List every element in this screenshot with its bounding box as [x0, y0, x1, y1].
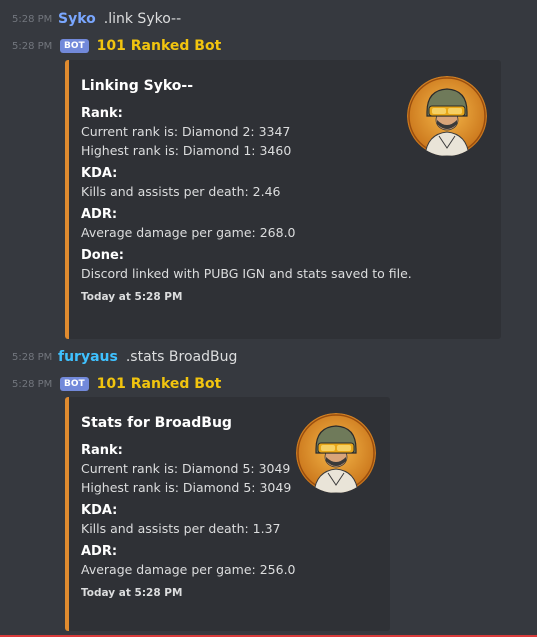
field-line: Average damage per game: 268.0 — [81, 225, 296, 240]
timestamp: 5:28 PM — [12, 378, 53, 390]
field-name-kda: KDA: — [81, 166, 118, 181]
bot-badge: BOT — [60, 377, 89, 391]
username-furyaus[interactable]: furyaus — [58, 349, 118, 365]
embed-linking: Linking Syko-- Rank: Current rank is: Di… — [65, 60, 501, 339]
message-bot-1: 5:28 PM BOT 101 Ranked Bot — [0, 36, 229, 56]
timestamp: 5:28 PM — [12, 351, 53, 363]
pubg-helmet-avatar-icon[interactable] — [296, 413, 376, 493]
field-line: Average damage per game: 256.0 — [81, 562, 296, 577]
timestamp: 5:28 PM — [12, 40, 53, 52]
field-name-kda: KDA: — [81, 503, 118, 518]
field-value-adr: Average damage per game: 256.0 — [81, 560, 376, 579]
message-bot-2: 5:28 PM BOT 101 Ranked Bot — [0, 374, 229, 394]
message-furyaus: 5:28 PM furyaus .stats BroadBug — [0, 347, 237, 367]
embed-footer-timestamp: Today at 5:28 PM — [81, 587, 183, 599]
message-text: .link Syko-- — [103, 11, 182, 27]
username-bot[interactable]: 101 Ranked Bot — [97, 376, 222, 392]
field-name-adr: ADR: — [81, 207, 118, 222]
embed-stats: Stats for BroadBug Rank: Current rank is… — [65, 397, 390, 631]
pubg-helmet-avatar-icon[interactable] — [407, 76, 487, 156]
bot-badge: BOT — [60, 39, 89, 53]
field-value-kda: Kills and assists per death: 1.37 — [81, 519, 376, 538]
field-name-done: Done: — [81, 248, 124, 263]
username-bot[interactable]: 101 Ranked Bot — [97, 38, 222, 54]
field-line: Kills and assists per death: 1.37 — [81, 521, 281, 536]
field-value-done: Discord linked with PUBG IGN and stats s… — [81, 264, 487, 283]
field-name-adr: ADR: — [81, 544, 118, 559]
message-text: .stats BroadBug — [125, 349, 238, 365]
field-value-adr: Average damage per game: 268.0 — [81, 223, 487, 242]
chat-log: 5:28 PM Syko .link Syko-- 5:28 PM BOT 10… — [0, 0, 537, 637]
field-value-kda: Kills and assists per death: 2.46 — [81, 182, 487, 201]
embed-footer-timestamp: Today at 5:28 PM — [81, 291, 183, 303]
message-syko: 5:28 PM Syko .link Syko-- — [0, 9, 181, 29]
field-line: Discord linked with PUBG IGN and stats s… — [81, 266, 412, 281]
timestamp: 5:28 PM — [12, 13, 53, 25]
field-line: Kills and assists per death: 2.46 — [81, 184, 281, 199]
username-syko[interactable]: Syko — [58, 11, 96, 27]
